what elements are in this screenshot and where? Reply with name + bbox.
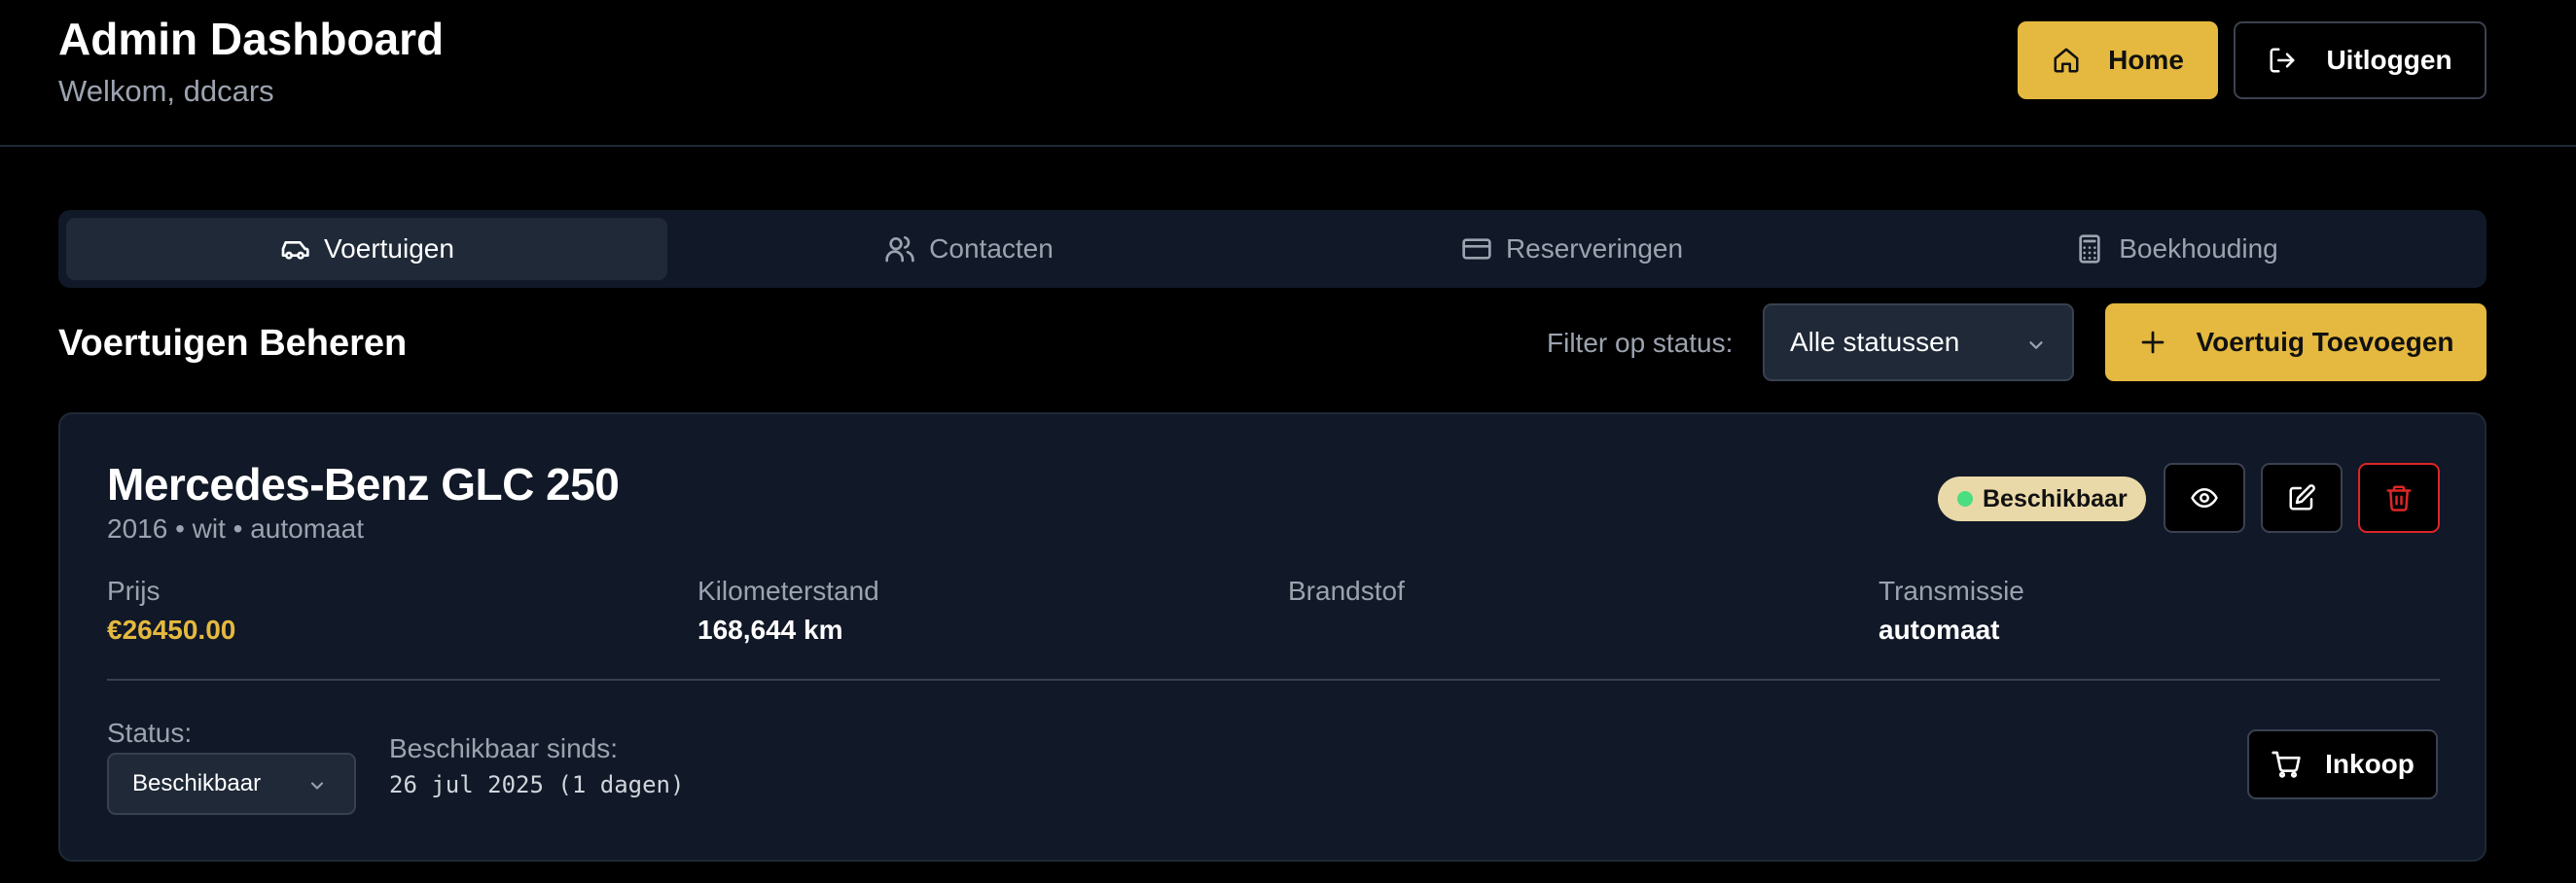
home-button[interactable]: Home (2018, 21, 2218, 99)
view-button[interactable] (2164, 463, 2245, 533)
edit-button[interactable] (2261, 463, 2343, 533)
transmission-label: Transmissie (1878, 576, 2024, 606)
plus-icon (2141, 331, 2164, 354)
chevron-down-icon (2029, 341, 2043, 349)
section-title: Voertuigen Beheren (58, 323, 408, 364)
status-filter-select[interactable]: Alle statussen (1763, 303, 2074, 381)
tab-bar: Voertuigen Contacten Reserveringen Boekh… (58, 210, 2487, 288)
divider (107, 679, 2440, 681)
price-value: €26450.00 (107, 615, 236, 645)
edit-icon (2289, 484, 2315, 511)
page-header: Admin Dashboard Welkom, ddcars Home Uitl… (0, 0, 2576, 147)
purchase-button[interactable]: Inkoop (2247, 729, 2438, 799)
status-badge-label: Beschikbaar (1983, 484, 2128, 512)
tab-voertuigen-label: Voertuigen (324, 233, 454, 264)
available-since-value: 26 jul 2025 (1 dagen) (389, 771, 685, 798)
shopping-cart-icon (2272, 751, 2301, 778)
status-badge: Beschikbaar (1938, 477, 2146, 521)
tab-voertuigen[interactable]: Voertuigen (66, 218, 667, 280)
tab-boekhouding-label: Boekhouding (2119, 233, 2278, 264)
chevron-down-icon (310, 782, 324, 790)
tab-contacten-label: Contacten (929, 233, 1054, 264)
logout-button[interactable]: Uitloggen (2234, 21, 2487, 99)
status-dot-icon (1957, 491, 1973, 507)
trash-icon (2386, 485, 2412, 512)
tab-boekhouding[interactable]: Boekhouding (1874, 218, 2479, 280)
filter-label: Filter op status: (1547, 328, 1734, 358)
status-label: Status: (107, 718, 193, 748)
vehicle-card: Mercedes-Benz GLC 250 2016 • wit • autom… (58, 412, 2487, 862)
car-icon (281, 241, 309, 260)
vehicle-status-value: Beschikbaar (132, 770, 262, 796)
eye-icon (2191, 488, 2218, 508)
delete-button[interactable] (2358, 463, 2440, 533)
users-icon (885, 235, 914, 263)
purchase-label: Inkoop (2325, 749, 2415, 779)
tab-reserveringen[interactable]: Reserveringen (1270, 218, 1874, 280)
vehicle-name: Mercedes-Benz GLC 250 (107, 459, 620, 510)
mileage-value: 168,644 km (698, 615, 843, 645)
tab-contacten[interactable]: Contacten (667, 218, 1270, 280)
add-vehicle-button[interactable]: Voertuig Toevoegen (2105, 303, 2487, 381)
logout-button-label: Uitloggen (2326, 45, 2452, 75)
welcome-text: Welkom, ddcars (58, 74, 274, 108)
tab-reserveringen-label: Reserveringen (1505, 233, 1684, 264)
status-filter-value: Alle statussen (1790, 327, 1960, 357)
fuel-label: Brandstof (1288, 576, 1405, 606)
add-vehicle-label: Voertuig Toevoegen (2196, 327, 2454, 357)
home-button-label: Home (2108, 45, 2184, 75)
vehicle-meta: 2016 • wit • automaat (107, 513, 364, 544)
page-title: Admin Dashboard (58, 14, 445, 64)
vehicle-status-select[interactable]: Beschikbaar (107, 753, 356, 815)
transmission-value: automaat (1878, 615, 2000, 645)
available-since-label: Beschikbaar sinds: (389, 733, 619, 763)
calculator-icon (2079, 234, 2100, 264)
credit-card-icon (1462, 238, 1491, 260)
home-icon (2054, 48, 2079, 73)
price-label: Prijs (107, 576, 161, 606)
mileage-label: Kilometerstand (698, 576, 879, 606)
logout-icon (2270, 48, 2295, 73)
